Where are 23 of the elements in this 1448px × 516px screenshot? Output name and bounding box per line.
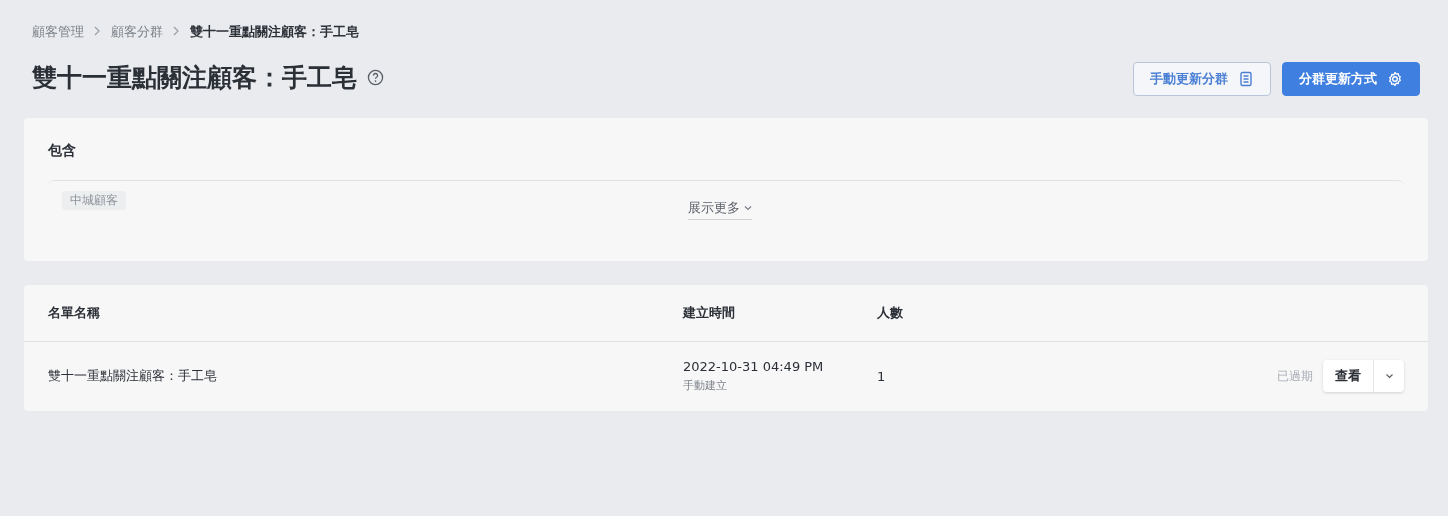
table-cell-text: 雙十一重點關注顧客：手工皂: [48, 367, 218, 385]
caret-icon: [1384, 373, 1394, 379]
manual-update-button[interactable]: 手動更新分群: [1133, 62, 1271, 96]
column-header: 人數: [877, 304, 904, 322]
status-label: 已過期: [1277, 367, 1313, 385]
update-method-button[interactable]: 分群更新方式: [1282, 62, 1420, 96]
column-header: 名單名稱: [48, 304, 101, 322]
table-cell-text: 手動建立: [683, 378, 728, 393]
page-title: 雙十一重點關注顧客：手工皂: [32, 61, 357, 94]
breadcrumb-link[interactable]: 顧客管理: [32, 23, 84, 41]
help-icon[interactable]: [367, 68, 384, 86]
table-cell-text: 2022-10-31 04:49 PM: [683, 359, 825, 374]
show-more-link[interactable]: 展示更多: [688, 199, 752, 220]
settings-icon: [1387, 71, 1403, 87]
column-header: 建立時間: [683, 304, 736, 322]
caret-icon: [744, 205, 752, 211]
breadcrumb-link[interactable]: 顧客分群: [111, 23, 163, 41]
document-icon: [1238, 71, 1254, 87]
section-heading: 包含: [48, 142, 77, 160]
view-button[interactable]: 查看: [1323, 360, 1374, 392]
condition-tag: 中城顧客: [62, 191, 126, 210]
table-cell-text: 1: [877, 368, 887, 384]
breadcrumb-current: 雙十一重點關注顧客：手工皂: [190, 23, 359, 41]
